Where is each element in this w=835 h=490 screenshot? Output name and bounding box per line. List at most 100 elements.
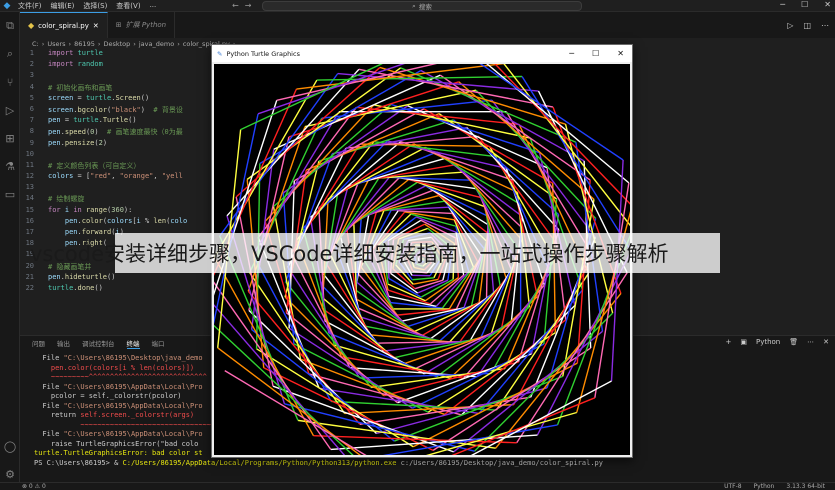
breadcrumb-item[interactable]: Users: [47, 40, 65, 48]
add-terminal-icon[interactable]: +: [725, 338, 731, 346]
line-number: 21: [25, 272, 34, 281]
turtle-close-icon[interactable]: ✕: [617, 49, 624, 58]
account-icon[interactable]: ◯: [0, 432, 20, 460]
terminal-line: PS C:\Users\86195> & C:/Users/86195/AppD…: [34, 458, 603, 467]
breadcrumb-separator: ›: [68, 39, 72, 48]
errors-icon[interactable]: ⊗ 0 ⚠ 0: [22, 483, 46, 490]
split-editor-icon[interactable]: ◫: [803, 21, 811, 30]
line-number: 7: [29, 116, 34, 125]
trash-icon[interactable]: 🗑: [789, 338, 798, 346]
tab-close-icon[interactable]: ✕: [93, 22, 99, 30]
breadcrumb-item[interactable]: C:: [32, 40, 39, 48]
code-text: import turtle: [48, 49, 103, 57]
run-icon[interactable]: ▷: [787, 21, 793, 30]
code-text: pen = turtle.Turtle(): [48, 116, 137, 125]
menu-item[interactable]: 选择(S): [83, 1, 107, 11]
line-number: 3: [29, 71, 34, 80]
code-text: # 绘制螺旋: [48, 195, 85, 204]
tab-label: color_spiral.py: [38, 21, 89, 30]
code-text: # 定义颜色列表（可自定义）: [48, 161, 141, 170]
panel-tab[interactable]: 输出: [57, 338, 70, 348]
close-panel-icon[interactable]: ✕: [823, 338, 829, 346]
extensions-icon[interactable]: ⊞: [0, 124, 20, 152]
code-text: turtle.done(): [48, 283, 103, 292]
status-bar: ⊗ 0 ⚠ 0 UTF-8 Python 3.13.3 64-bit: [0, 482, 835, 490]
command-search[interactable]: ⌕ 搜索: [262, 1, 582, 11]
window-controls: ─ ☐ ✕: [780, 0, 831, 9]
line-number: 12: [25, 172, 34, 181]
line-number: 1: [29, 49, 34, 57]
line-number: 9: [29, 138, 34, 147]
turtle-maximize-icon[interactable]: ☐: [592, 49, 599, 58]
spiral-segment: [397, 353, 532, 404]
editor-tabs: ◆ color_spiral.py ✕ ⊞ 扩展 Python ▷ ◫ ⋯: [20, 12, 835, 38]
activity-bar: ⧉ ⌕ ⑂ ▷ ⊞ ⚗ ▭ ◯ ⚙: [0, 12, 20, 482]
panel-tab[interactable]: 端口: [152, 338, 165, 348]
status-language[interactable]: Python: [754, 483, 775, 490]
tab-color-spiral[interactable]: ◆ color_spiral.py ✕: [20, 12, 108, 38]
spiral-segment: [412, 277, 434, 281]
watermark-text: vscode安装详细步骤，VSCode详细安装指南，一站式操作步骤解析: [30, 242, 669, 266]
editor-actions: ▷ ◫ ⋯: [787, 12, 835, 38]
nav-arrows[interactable]: ←→: [232, 1, 257, 10]
terminal-python-icon: ▣: [740, 338, 747, 346]
line-number: 22: [25, 283, 34, 292]
breadcrumb-item[interactable]: Desktop: [103, 40, 130, 48]
code-text: pen.hideturtle(): [48, 272, 116, 281]
breadcrumb-separator: ›: [177, 39, 180, 48]
status-interpreter[interactable]: 3.13.3 64-bit: [786, 483, 825, 490]
spiral-segment: [401, 307, 465, 322]
line-number: 13: [25, 183, 34, 192]
line-number: 4: [29, 82, 34, 91]
code-text: screen.bgcolor("black") # 背景设: [48, 105, 183, 114]
menu-item[interactable]: 编辑(E): [51, 1, 75, 11]
menu-bar: 文件(F) 编辑(E) 选择(S) 查看(V)...: [14, 1, 156, 11]
turtle-title-bar: ✎ Python Turtle Graphics ─ ☐ ✕: [212, 45, 632, 62]
source-control-icon[interactable]: ⑂: [0, 68, 20, 96]
spiral-segment: [390, 272, 419, 294]
minimize-icon[interactable]: ─: [780, 0, 785, 9]
spiral-segment: [321, 99, 492, 119]
line-number: 6: [29, 104, 34, 113]
maximize-icon[interactable]: ☐: [801, 0, 808, 9]
menu-item[interactable]: ...: [150, 1, 157, 11]
code-text: pen.speed(0) # 画笔速度最快（0为最: [48, 128, 183, 137]
line-number: 15: [25, 205, 34, 214]
menu-item[interactable]: 文件(F): [18, 1, 42, 11]
code-text: colors = ["red", "orange", "yell: [48, 172, 183, 181]
breadcrumb-item[interactable]: 86195: [74, 40, 95, 48]
panel-tab[interactable]: 终端: [126, 338, 140, 349]
more-icon[interactable]: ⋯: [821, 21, 829, 30]
panel-tab[interactable]: 问题: [32, 338, 45, 348]
more-icon[interactable]: ⋯: [807, 338, 814, 346]
terminal-name[interactable]: Python: [756, 338, 780, 346]
breadcrumb-separator: ›: [41, 39, 45, 48]
tab-extension-python[interactable]: ⊞ 扩展 Python: [108, 12, 176, 38]
search-icon[interactable]: ⌕: [0, 40, 20, 68]
line-number: 10: [25, 149, 34, 158]
explorer-icon[interactable]: ⧉: [0, 12, 20, 40]
line-number: 16: [25, 216, 34, 225]
extension-icon: ⊞: [115, 21, 122, 29]
testing-icon[interactable]: ⚗: [0, 152, 20, 180]
breadcrumb-item[interactable]: java_demo: [139, 40, 174, 48]
spiral-segment: [214, 113, 259, 325]
spiral-segment: [272, 385, 454, 453]
vscode-logo-icon: ◆: [3, 0, 11, 11]
panel-tab[interactable]: 调试控制台: [82, 338, 115, 348]
run-debug-icon[interactable]: ▷: [0, 96, 20, 124]
panel-actions: + ▣ Python 🗑 ⋯ ✕: [725, 338, 829, 346]
menu-item[interactable]: 查看(V): [116, 1, 140, 11]
search-icon: ⌕: [412, 1, 416, 10]
code-text: pen.pensize(2): [48, 138, 108, 147]
code-text: import random: [48, 60, 103, 69]
tab-label: 扩展 Python: [125, 21, 167, 29]
code-text: pen.color(colors[i % len(colo: [64, 216, 188, 225]
spiral-segment: [256, 348, 414, 448]
status-encoding[interactable]: UTF-8: [724, 483, 742, 490]
close-icon[interactable]: ✕: [824, 0, 831, 9]
code-text: screen = turtle.Screen(): [48, 93, 150, 102]
spiral-segment: [435, 270, 470, 307]
turtle-minimize-icon[interactable]: ─: [569, 49, 574, 58]
remote-icon[interactable]: ▭: [0, 180, 20, 208]
